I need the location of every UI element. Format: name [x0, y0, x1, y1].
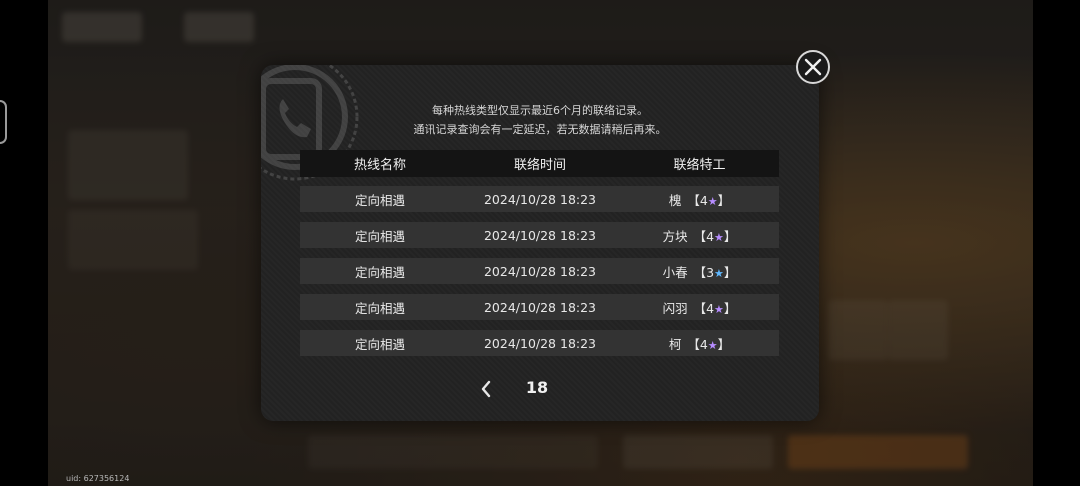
agent-rank: 【3★】 — [693, 264, 737, 280]
star-icon: ★ — [714, 230, 724, 244]
agent-rank: 【4★】 — [687, 336, 731, 352]
previous-page-button[interactable] — [475, 377, 497, 401]
notice-line-1: 每种热线类型仅显示最近6个月的联络记录。 — [432, 104, 648, 117]
star-icon: ★ — [714, 266, 724, 280]
game-screen: uid: 627356124 每种热线类型仅显示最近6个月的联络记录。 通讯记录… — [0, 0, 1080, 486]
row-hotline: 定向相遇 — [354, 336, 405, 352]
close-button[interactable] — [796, 50, 830, 84]
table-row: 定向相遇 2024/10/28 18:23 小春 【3★】 — [300, 258, 779, 284]
uid-label: uid: 627356124 — [66, 474, 130, 483]
rank-number: 4 — [699, 192, 708, 208]
table-row: 定向相遇 2024/10/28 18:23 槐 【4★】 — [300, 186, 779, 212]
table-header: 热线名称 联络时间 联络特工 — [300, 150, 779, 177]
header-contact-agent: 联络特工 — [673, 158, 726, 173]
chevron-left-icon — [481, 380, 491, 398]
agent-rank: 【4★】 — [693, 228, 737, 244]
star-icon: ★ — [707, 194, 718, 208]
row-time: 2024/10/28 18:23 — [483, 191, 597, 207]
row-agent-cell: 小春 【3★】 — [620, 258, 779, 284]
side-drawer-handle[interactable] — [0, 100, 7, 144]
notice-line-2: 通讯记录查询会有一定延迟，若无数据请稍后再来。 — [413, 123, 667, 136]
right-letterbox — [1033, 0, 1080, 486]
row-hotline: 定向相遇 — [354, 192, 405, 208]
row-agent-name: 方块 — [662, 228, 688, 244]
row-agent-name: 闪羽 — [662, 300, 688, 316]
rank-number: 3 — [706, 264, 715, 280]
row-agent-cell: 槐 【4★】 — [620, 186, 779, 212]
page-number: 18 — [525, 378, 549, 397]
row-time: 2024/10/28 18:23 — [483, 263, 597, 279]
row-hotline: 定向相遇 — [354, 228, 405, 244]
star-icon: ★ — [714, 302, 724, 316]
table-row: 定向相遇 2024/10/28 18:23 闪羽 【4★】 — [300, 294, 779, 320]
star-icon: ★ — [707, 338, 718, 352]
row-time: 2024/10/28 18:23 — [483, 299, 597, 315]
agent-rank: 【4★】 — [687, 192, 731, 208]
row-agent-name: 槐 — [668, 192, 682, 208]
rank-number: 4 — [706, 300, 715, 316]
row-agent-name: 柯 — [668, 336, 682, 352]
rank-number: 4 — [699, 336, 708, 352]
row-agent-cell: 闪羽 【4★】 — [620, 294, 779, 320]
row-time: 2024/10/28 18:23 — [483, 335, 597, 351]
row-agent-cell: 柯 【4★】 — [620, 330, 779, 356]
row-agent-cell: 方块 【4★】 — [620, 222, 779, 248]
close-icon — [804, 58, 822, 76]
header-hotline-name: 热线名称 — [353, 158, 406, 173]
rank-number: 4 — [706, 228, 715, 244]
header-contact-time: 联络时间 — [513, 158, 566, 173]
row-hotline: 定向相遇 — [354, 300, 405, 316]
row-agent-name: 小春 — [662, 264, 688, 280]
agent-rank: 【4★】 — [693, 300, 737, 316]
row-hotline: 定向相遇 — [354, 264, 405, 280]
row-time: 2024/10/28 18:23 — [483, 227, 597, 243]
table-row: 定向相遇 2024/10/28 18:23 柯 【4★】 — [300, 330, 779, 356]
hotline-record-dialog: 每种热线类型仅显示最近6个月的联络记录。 通讯记录查询会有一定延迟，若无数据请稍… — [261, 65, 819, 421]
left-letterbox — [0, 0, 48, 486]
table-row: 定向相遇 2024/10/28 18:23 方块 【4★】 — [300, 222, 779, 248]
